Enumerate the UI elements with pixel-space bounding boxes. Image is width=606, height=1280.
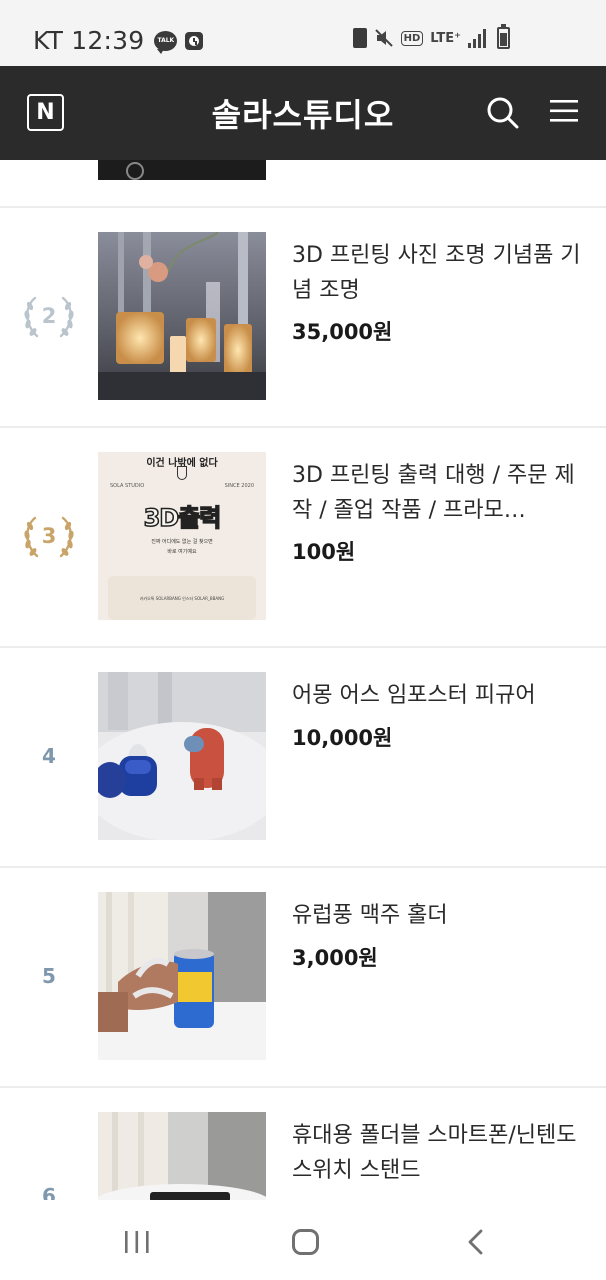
rank-number: 5: [42, 964, 56, 988]
product-ranking-list: 2 3D 프린팅 사진 조명 기념품 기념 조명 35,000원 3 이건 나밖…: [0, 160, 606, 1200]
product-image-among-us-figures[interactable]: [98, 672, 266, 840]
status-bar: KT 12:39 TALK HD LTE⁺: [0, 0, 606, 66]
product-name[interactable]: 어몽 어스 임포스터 피규어: [292, 678, 582, 713]
poster-brand: SOLA STUDIO: [110, 483, 145, 489]
product-name[interactable]: 3D 프린팅 출력 대행 / 주문 제작 / 졸업 작품 / 프라모…: [292, 458, 582, 528]
product-item[interactable]: 5 유럽풍 맥주 홀더 3,000원: [0, 868, 606, 1088]
product-item[interactable]: 4 어몽 어스 임포스터 피규어 10,000원: [0, 648, 606, 868]
search-button[interactable]: [486, 96, 520, 130]
previous-item-thumbnail[interactable]: [98, 160, 266, 180]
rank-number: 2: [41, 304, 57, 328]
app-header: N 솔라스튜디오: [0, 66, 606, 160]
mute-icon: [374, 28, 394, 48]
hd-voice-icon: HD: [400, 30, 424, 46]
product-image-beer-holder[interactable]: [98, 892, 266, 1060]
recent-apps-button[interactable]: [124, 1231, 150, 1253]
product-image-3d-print-poster[interactable]: 이건 나밖에 없다 SOLA STUDIO SINCE 2020 3D출력 진짜…: [98, 452, 266, 620]
poster-big-text: 3D출력: [143, 503, 222, 533]
trophy-icon: [177, 466, 187, 480]
carrier-time: KT 12:39: [33, 26, 145, 55]
poster-since: SINCE 2020: [224, 483, 254, 489]
product-price: 10,000원: [292, 726, 393, 750]
product-name[interactable]: 유럽풍 맥주 홀더: [292, 898, 582, 933]
back-button[interactable]: [466, 1229, 486, 1255]
product-name[interactable]: 휴대용 폴더블 스마트폰/닌텐도 스위치 스탠드: [292, 1118, 582, 1188]
rank-number: 4: [42, 744, 56, 768]
rank-number: 6: [42, 1184, 56, 1200]
product-item[interactable]: 2 3D 프린팅 사진 조명 기념품 기념 조명 35,000원: [0, 208, 606, 428]
product-name[interactable]: 3D 프린팅 사진 조명 기념품 기념 조명: [292, 238, 582, 308]
product-image-phone-stand[interactable]: [98, 1112, 266, 1200]
system-navigation-bar: [0, 1200, 606, 1280]
product-price: 3,000원: [292, 946, 378, 970]
product-item[interactable]: 6 휴대용 폴더블 스마트폰/닌텐도 스위치 스탠드: [0, 1088, 606, 1200]
alarm-notification-icon: [185, 31, 204, 50]
product-price: 100원: [292, 540, 356, 564]
rank-number: 3: [41, 524, 57, 548]
battery-icon: [497, 24, 510, 49]
poster-line2: 바로 여기예요: [167, 549, 197, 555]
rank-gold-laurel: 3: [21, 512, 77, 564]
poster-line1: 진짜 어디에도 없는 걸 찾으면: [151, 539, 213, 545]
rank-silver-laurel: 2: [21, 292, 77, 344]
recent-apps-icon: [125, 1231, 149, 1253]
back-chevron-icon: [468, 1229, 483, 1255]
home-button[interactable]: [292, 1229, 319, 1255]
product-item[interactable]: 3 이건 나밖에 없다 SOLA STUDIO SINCE 2020 3D출력 …: [0, 428, 606, 648]
kakaotalk-notification-icon: TALK: [154, 30, 178, 54]
menu-button[interactable]: [550, 98, 580, 124]
hamburger-menu-icon: [550, 100, 578, 122]
poster-contact: 카카오톡 SOLARBANG 인스타 SOLAR_BBANG: [139, 596, 225, 601]
search-icon: [487, 97, 519, 129]
product-price: 35,000원: [292, 320, 393, 344]
lte-icon: LTE⁺: [430, 30, 461, 46]
signal-icon: [468, 28, 486, 48]
battery-saver-icon: [352, 28, 367, 48]
product-image-lamp[interactable]: [98, 232, 266, 400]
